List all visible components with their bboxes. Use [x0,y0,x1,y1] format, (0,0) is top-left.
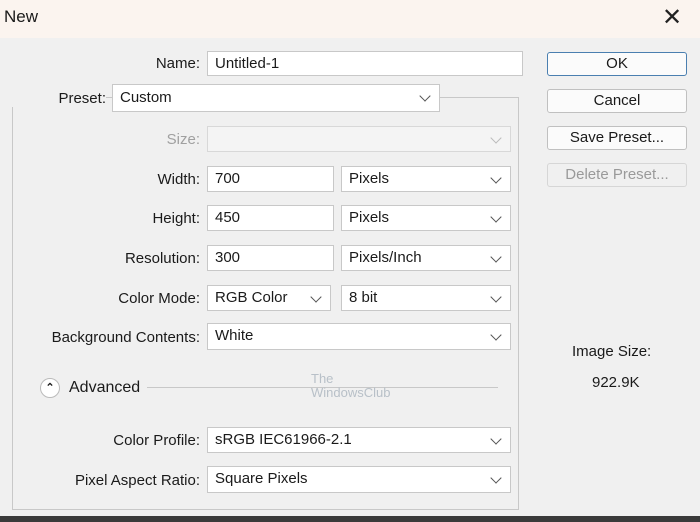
color-profile-label: Color Profile: [113,432,200,449]
resolution-label: Resolution: [124,250,200,267]
resolution-input[interactable]: 300 [207,245,334,271]
ok-button[interactable]: OK [547,52,687,76]
close-icon[interactable]: ✕ [662,3,682,32]
width-unit-select[interactable]: Pixels [341,166,511,192]
watermark: The WindowsClub [311,371,391,400]
advanced-toggle-chevron-up-icon[interactable]: ⌃ [40,378,60,398]
dialog-title: New [4,7,39,26]
height-unit-select[interactable]: Pixels [341,205,511,231]
bit-depth-select[interactable]: 8 bit [341,285,511,311]
name-input[interactable]: Untitled-1 [207,51,523,76]
preset-label: Preset: [0,90,106,107]
size-select [207,126,511,152]
background-label: Background Contents: [51,329,200,346]
color-mode-label: Color Mode: [118,290,200,307]
size-label: Size: [166,131,200,148]
background-select[interactable]: White [207,323,511,350]
height-label: Height: [152,210,200,227]
title-bar: New ✕ [0,0,700,38]
preset-select[interactable]: Custom [112,84,440,112]
pixel-aspect-select[interactable]: Square Pixels [207,466,511,493]
save-preset-button[interactable]: Save Preset... [547,126,687,150]
width-input[interactable]: 700 [207,166,334,192]
color-mode-select[interactable]: RGB Color [207,285,331,311]
resolution-unit-select[interactable]: Pixels/Inch [341,245,511,271]
advanced-label: Advanced [69,379,141,396]
window-border [0,516,700,522]
image-size-value: 922.9K [592,374,640,391]
image-size-label: Image Size: [572,343,652,360]
pixel-aspect-label: Pixel Aspect Ratio: [74,472,200,489]
delete-preset-button: Delete Preset... [547,163,687,187]
name-label: Name: [155,55,200,72]
color-profile-select[interactable]: sRGB IEC61966-2.1 [207,427,511,453]
width-label: Width: [157,171,200,188]
cancel-button[interactable]: Cancel [547,89,687,113]
height-input[interactable]: 450 [207,205,334,231]
